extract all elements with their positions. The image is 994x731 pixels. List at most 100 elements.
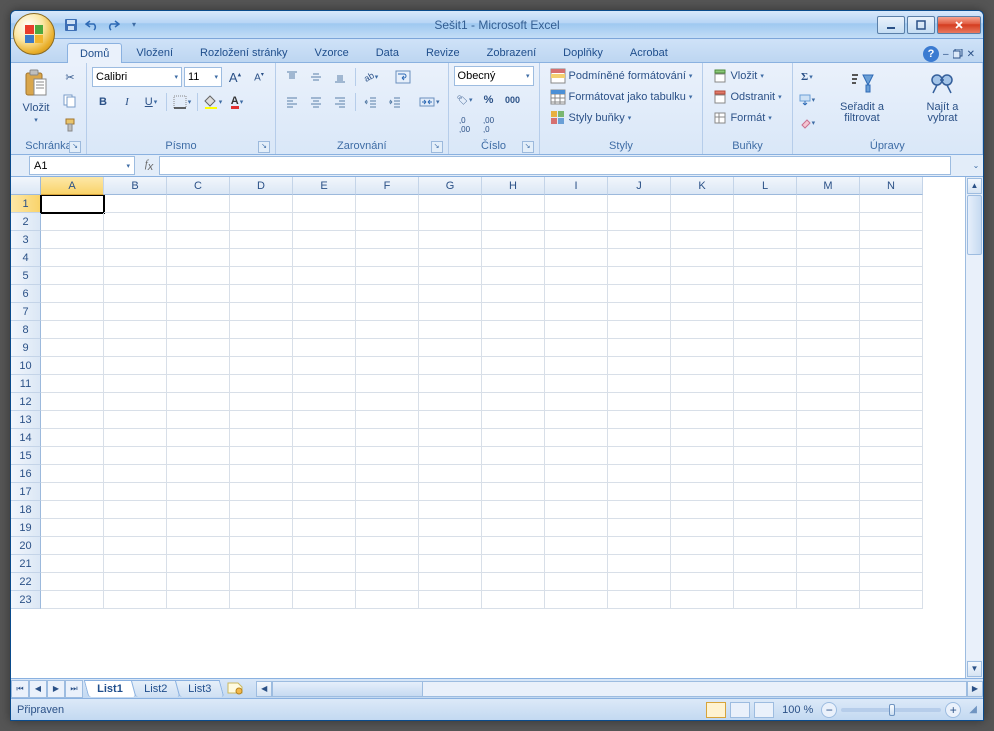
cell[interactable] [545,375,608,393]
row-header-8[interactable]: 8 [11,321,41,339]
cell[interactable] [356,375,419,393]
cell[interactable] [167,339,230,357]
row-header-7[interactable]: 7 [11,303,41,321]
cell[interactable] [671,267,734,285]
row-header-18[interactable]: 18 [11,501,41,519]
save-icon[interactable] [63,17,79,33]
close-button[interactable] [937,16,981,34]
copy-button[interactable] [59,90,81,112]
cell[interactable] [860,249,923,267]
cell[interactable] [41,195,104,213]
cell[interactable] [608,231,671,249]
cell[interactable] [230,195,293,213]
cell[interactable] [545,285,608,303]
cell[interactable] [356,357,419,375]
cell[interactable] [482,339,545,357]
cell[interactable] [860,285,923,303]
sheet-tab-list2[interactable]: List2 [130,680,180,697]
col-header-L[interactable]: L [734,177,797,195]
expand-formula-bar[interactable]: ⌄ [969,155,983,176]
cell[interactable] [797,321,860,339]
cell[interactable] [41,447,104,465]
col-header-N[interactable]: N [860,177,923,195]
cell[interactable] [608,429,671,447]
cell[interactable] [356,231,419,249]
cell[interactable] [860,393,923,411]
cell[interactable] [860,501,923,519]
cell[interactable] [482,591,545,609]
help-icon[interactable]: ? [923,46,939,62]
cell[interactable] [293,465,356,483]
cell[interactable] [545,447,608,465]
cell[interactable] [671,285,734,303]
cell[interactable] [860,339,923,357]
vertical-scrollbar[interactable]: ▲ ▼ [965,177,983,678]
row-header-19[interactable]: 19 [11,519,41,537]
minimize-button[interactable] [877,16,905,34]
cell[interactable] [545,429,608,447]
cell[interactable] [482,447,545,465]
cell[interactable] [797,285,860,303]
cell[interactable] [608,249,671,267]
mdi-restore-icon[interactable] [953,49,963,59]
row-header-12[interactable]: 12 [11,393,41,411]
cell[interactable] [734,375,797,393]
fill-color-button[interactable] [202,91,224,113]
align-top-button[interactable] [281,66,303,88]
shrink-font-button[interactable]: A▾ [248,66,270,88]
cell[interactable] [608,537,671,555]
cell[interactable] [356,591,419,609]
cell[interactable] [860,303,923,321]
cell[interactable] [293,411,356,429]
row-header-3[interactable]: 3 [11,231,41,249]
mdi-minimize-icon[interactable]: – [943,49,949,60]
cell[interactable] [671,483,734,501]
col-header-F[interactable]: F [356,177,419,195]
col-header-A[interactable]: A [41,177,104,195]
col-header-E[interactable]: E [293,177,356,195]
orientation-button[interactable]: ab [360,66,382,88]
cell[interactable] [608,519,671,537]
cell[interactable] [419,285,482,303]
cell[interactable] [104,375,167,393]
row-header-20[interactable]: 20 [11,537,41,555]
cell[interactable] [671,501,734,519]
cell[interactable] [797,483,860,501]
increase-indent-button[interactable] [384,91,406,113]
cell[interactable] [167,393,230,411]
cell[interactable] [545,591,608,609]
cell[interactable] [671,411,734,429]
cell[interactable] [104,501,167,519]
view-normal-button[interactable] [706,702,726,718]
cell[interactable] [230,465,293,483]
cell[interactable] [482,213,545,231]
cell[interactable] [419,555,482,573]
cell[interactable] [797,537,860,555]
cell[interactable] [419,483,482,501]
cell[interactable] [608,357,671,375]
cell[interactable] [734,465,797,483]
horizontal-scrollbar[interactable]: ◀ ▶ [256,681,983,697]
cell[interactable] [797,447,860,465]
cell[interactable] [230,321,293,339]
alignment-launcher-icon[interactable]: ↘ [431,141,443,153]
cell[interactable] [545,213,608,231]
cell[interactable] [482,321,545,339]
cell[interactable] [734,357,797,375]
cell[interactable] [545,519,608,537]
cell[interactable] [482,249,545,267]
cell[interactable] [734,501,797,519]
fill-button[interactable] [798,89,817,111]
cell[interactable] [356,501,419,519]
cell[interactable] [671,429,734,447]
cell[interactable] [104,573,167,591]
cell[interactable] [671,231,734,249]
cell[interactable] [860,591,923,609]
cell[interactable] [797,231,860,249]
cell[interactable] [419,195,482,213]
delete-cells-button[interactable]: Odstranit [708,87,786,107]
cell[interactable] [482,429,545,447]
format-painter-button[interactable] [59,114,81,136]
next-sheet-button[interactable]: ▶ [47,680,65,698]
cells-grid[interactable]: 1234567891011121314151617181920212223 [11,195,965,678]
